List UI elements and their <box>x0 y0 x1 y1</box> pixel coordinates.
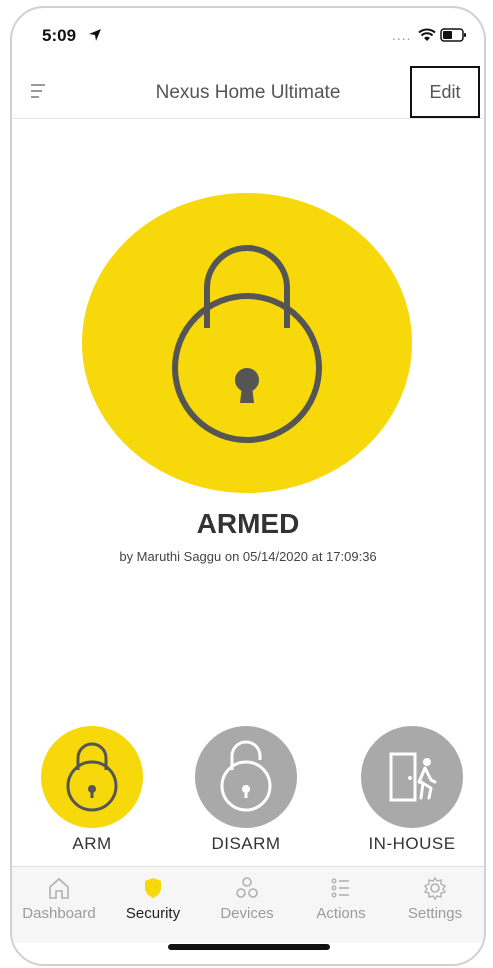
location-arrow-icon <box>89 29 101 41</box>
tab-settings[interactable]: Settings <box>388 875 482 922</box>
tab-actions[interactable]: Actions <box>294 875 388 922</box>
lock-open-icon <box>220 740 272 812</box>
security-state-detail: by Maruthi Saggu on 05/14/2020 at 17:09:… <box>119 549 377 564</box>
tab-label: Security <box>125 905 181 922</box>
tab-bar: Dashboard Security Devices Actions Setti… <box>12 866 484 943</box>
status-bar: 5:09 .... <box>12 8 484 64</box>
phone-screen: 5:09 .... Nexus Home Ultimate Edit ARMED… <box>10 6 486 966</box>
disarm-circle <box>195 726 297 828</box>
list-icon <box>331 878 349 898</box>
nav-bar: Nexus Home Ultimate Edit <box>12 66 484 119</box>
person-door-icon <box>389 752 437 802</box>
arm-label: ARM <box>72 834 112 853</box>
home-icon <box>49 877 69 899</box>
clock: 5:09 <box>42 26 77 45</box>
signal-dots: .... <box>392 27 412 43</box>
tab-security[interactable]: Security <box>106 875 200 922</box>
tab-dashboard[interactable]: Dashboard <box>12 875 106 922</box>
arm-button[interactable]: ARM <box>40 726 144 860</box>
lock-closed-icon <box>172 245 322 443</box>
home-indicator[interactable] <box>168 944 330 950</box>
gear-icon <box>423 876 447 901</box>
battery-icon <box>440 28 466 42</box>
edit-button[interactable]: Edit <box>410 66 480 118</box>
in-house-button[interactable]: IN-HOUSE <box>352 726 472 860</box>
tab-label: Actions <box>316 905 366 922</box>
wifi-icon <box>418 28 436 41</box>
tab-label: Devices <box>220 905 274 922</box>
arm-circle <box>41 726 143 828</box>
lock-closed-icon <box>66 742 118 812</box>
tab-devices[interactable]: Devices <box>200 875 294 922</box>
disarm-label: DISARM <box>211 834 281 853</box>
tab-label: Dashboard <box>22 905 96 922</box>
tab-label: Settings <box>407 905 463 922</box>
security-state: ARMED <box>196 508 300 539</box>
devices-icon <box>236 877 258 898</box>
shield-icon <box>145 878 161 898</box>
disarm-button[interactable]: DISARM <box>194 726 298 860</box>
in-house-circle <box>361 726 463 828</box>
in-house-label: IN-HOUSE <box>368 834 456 853</box>
